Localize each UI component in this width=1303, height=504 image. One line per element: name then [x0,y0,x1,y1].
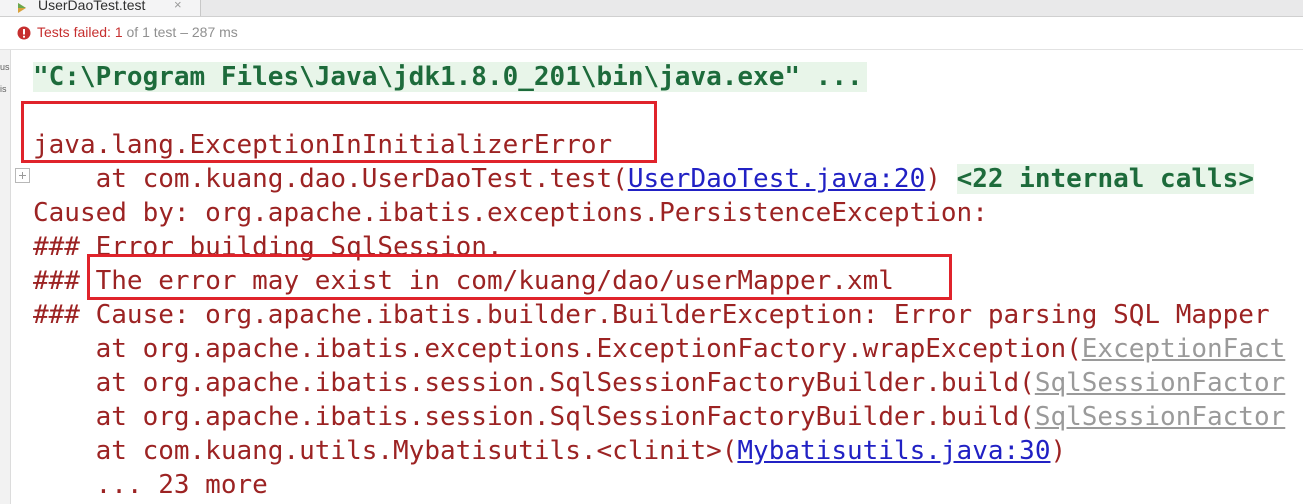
tests-failed-label: Tests failed: [37,24,115,40]
tests-failed-count: 1 [114,24,123,40]
tests-summary: of 1 test – 287 ms [122,24,238,40]
caused-by-text: Caused by: org.apache.ibatis.exceptions.… [33,198,988,228]
frame1-suffix: ) [925,164,957,194]
test-status-bar: Tests failed: 1 of 1 test – 287 ms [0,17,1303,50]
command-text: "C:\Program Files\Java\jdk1.8.0_201\bin\… [33,62,867,92]
frame2-link[interactable]: ExceptionFact [1082,334,1286,364]
frame4-link[interactable]: SqlSessionFactor [1035,402,1285,432]
frame4-prefix: at org.apache.ibatis.session.SqlSessionF… [33,402,1035,432]
frame1-link[interactable]: UserDaoTest.java:20 [628,164,925,194]
cause-text: ### Cause: org.apache.ibatis.builder.Bui… [33,300,1270,330]
highlight-box-mapper [87,254,952,300]
frame3-prefix: at org.apache.ibatis.session.SqlSessionF… [33,368,1035,398]
gutter-glyph-a: us [0,62,10,72]
frame1-prefix: at com.kuang.dao.UserDaoTest.test( [33,164,628,194]
gutter-glyph-b: is [0,84,7,94]
console-line-more: ... 23 more [33,468,268,502]
frame5-link[interactable]: Mybatisutils.java:30 [737,436,1050,466]
frame3-link[interactable]: SqlSessionFactor [1035,368,1285,398]
console-line-frame5: at com.kuang.utils.Mybatisutils.<clinit>… [33,434,1067,468]
close-icon[interactable]: × [174,0,182,12]
console-line-frame2: at org.apache.ibatis.exceptions.Exceptio… [33,332,1286,366]
editor-tab-bar: UserDaoTest.test × [0,0,1303,17]
console-line-cause: ### Cause: org.apache.ibatis.builder.Bui… [33,298,1270,332]
console-line-command: "C:\Program Files\Java\jdk1.8.0_201\bin\… [33,60,867,94]
console-line-caused-by: Caused by: org.apache.ibatis.exceptions.… [33,196,988,230]
frame5-suffix: ) [1050,436,1067,466]
console-line-frame3: at org.apache.ibatis.session.SqlSessionF… [33,366,1286,400]
frame2-prefix: at org.apache.ibatis.exceptions.Exceptio… [33,334,1082,364]
left-gutter: us is [0,50,11,504]
test-failed-icon [17,26,31,40]
tab-label: UserDaoTest.test [38,0,146,13]
console-line-frame1: at com.kuang.dao.UserDaoTest.test(UserDa… [33,162,1254,196]
tab-userdaotest[interactable]: UserDaoTest.test × [0,0,201,16]
test-status-text: Tests failed: 1 of 1 test – 287 ms [37,24,238,40]
highlight-box-exception [21,101,657,163]
more-text: ... 23 more [33,470,268,500]
internal-calls-fold[interactable]: <22 internal calls> [956,164,1254,194]
expand-icon[interactable] [15,168,30,183]
frame5-prefix: at com.kuang.utils.Mybatisutils.<clinit>… [33,436,738,466]
tab-run-icon [18,3,26,13]
console-line-frame4: at org.apache.ibatis.session.SqlSessionF… [33,400,1286,434]
